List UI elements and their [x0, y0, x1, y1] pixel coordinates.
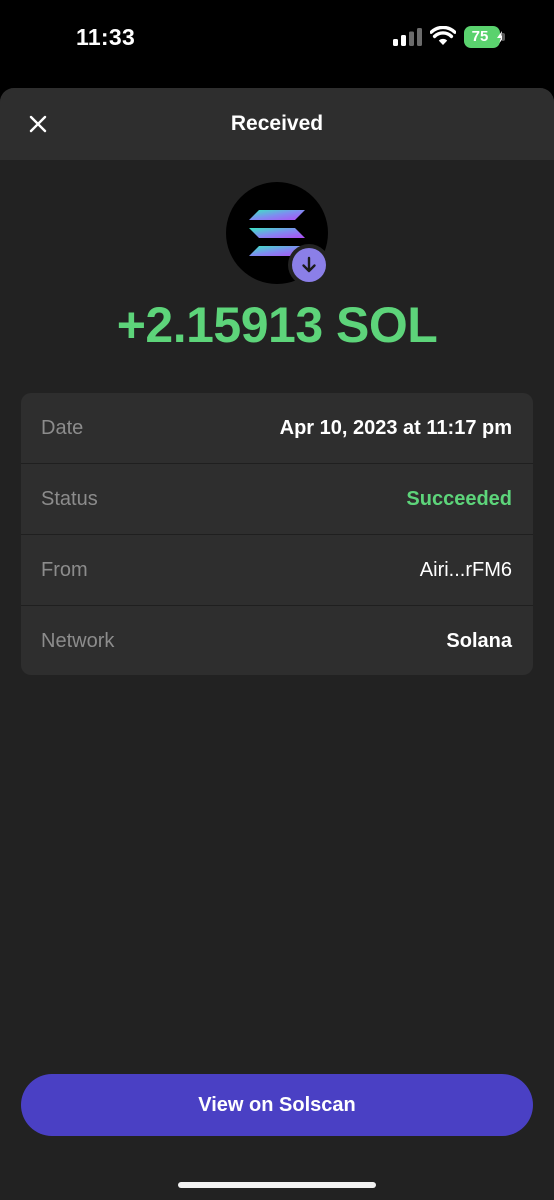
status-bar: 11:33 75: [0, 0, 554, 80]
date-value: Apr 10, 2023 at 11:17 pm: [279, 417, 512, 439]
detail-row-from[interactable]: From Airi...rFM6: [21, 535, 533, 606]
battery-charging-icon: 75: [464, 26, 506, 48]
cellular-signal-icon: [393, 28, 422, 46]
arrow-down-icon: [302, 256, 316, 273]
sheet-title: Received: [230, 112, 324, 135]
status-time: 11:33: [76, 24, 136, 50]
network-value: Solana: [446, 630, 512, 652]
from-label: From: [41, 559, 88, 581]
wifi-icon: [430, 26, 456, 45]
close-icon: [29, 115, 47, 133]
network-label: Network: [41, 630, 115, 652]
close-button[interactable]: [20, 106, 56, 142]
status-label: Status: [41, 488, 98, 510]
transaction-details: Date Apr 10, 2023 at 11:17 pm Status Suc…: [21, 393, 533, 675]
transaction-sheet: Received +2.15913 SOL Date Apr 10, 2023 …: [0, 88, 554, 1200]
view-on-solscan-button[interactable]: View on Solscan: [21, 1074, 533, 1136]
detail-row-network: Network Solana: [21, 606, 533, 675]
sheet-header: Received: [0, 88, 554, 160]
home-indicator[interactable]: [178, 1182, 376, 1188]
battery-cap: [502, 33, 505, 41]
detail-row-date: Date Apr 10, 2023 at 11:17 pm: [21, 393, 533, 464]
date-label: Date: [41, 417, 84, 439]
battery-level: 75: [464, 26, 500, 48]
detail-row-status: Status Succeeded: [21, 464, 533, 535]
receive-badge-circle: [292, 248, 326, 282]
receive-badge: [288, 244, 330, 286]
from-address[interactable]: Airi...rFM6: [420, 535, 512, 605]
status-value: Succeeded: [406, 488, 512, 510]
received-amount: +2.15913 SOL: [116, 297, 438, 353]
screen: 11:33 75 Received +2.15913 SOL Date Apr …: [0, 0, 554, 1200]
